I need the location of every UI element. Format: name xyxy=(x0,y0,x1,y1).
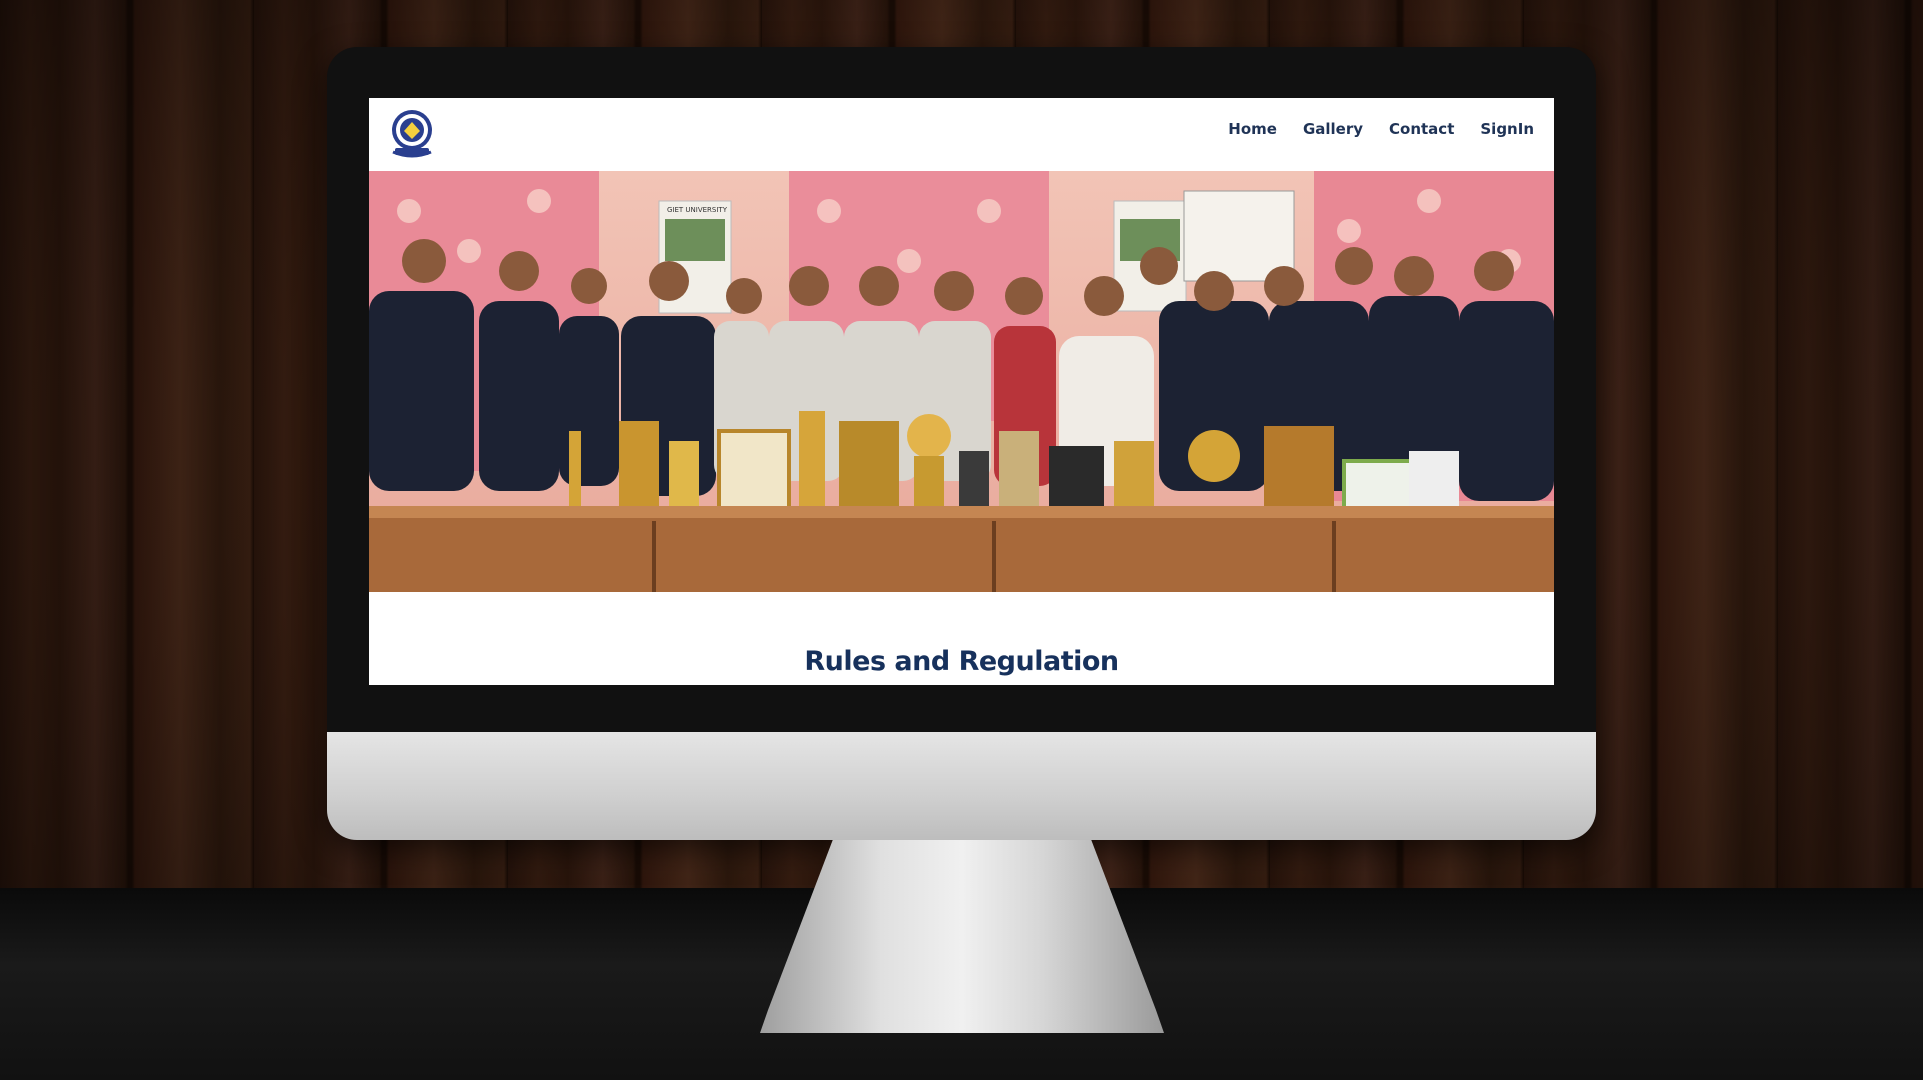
university-crest-icon[interactable] xyxy=(387,108,437,162)
calendar-text: GIET UNIVERSITY xyxy=(667,206,728,214)
page-section-title: Rules and Regulation xyxy=(804,646,1119,677)
browser-screen: Home Gallery Contact SignIn GIET UNIVERS… xyxy=(369,98,1554,685)
nav-menu: Home Gallery Contact SignIn xyxy=(1228,120,1534,138)
nav-home-link[interactable]: Home xyxy=(1228,120,1277,138)
nav-gallery-link[interactable]: Gallery xyxy=(1303,120,1363,138)
nav-contact-link[interactable]: Contact xyxy=(1389,120,1454,138)
monitor-chin xyxy=(327,732,1596,840)
nav-signin-link[interactable]: SignIn xyxy=(1480,120,1534,138)
site-navbar: Home Gallery Contact SignIn xyxy=(369,98,1554,171)
hero-group-photo: GIET UNIVERSITY xyxy=(369,171,1554,592)
